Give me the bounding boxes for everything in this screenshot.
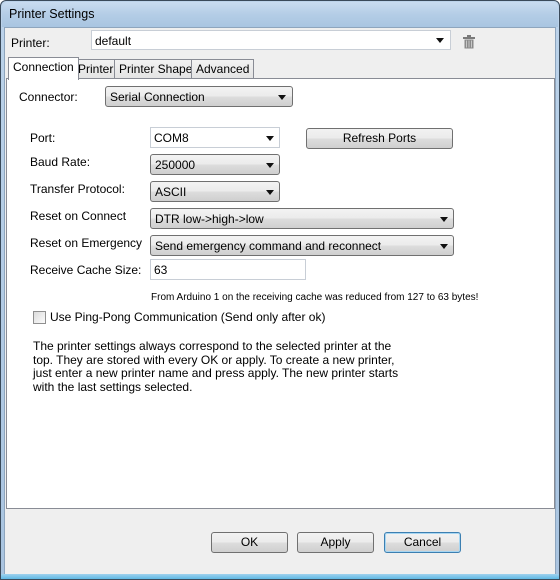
tab-advanced[interactable]: Advanced: [191, 59, 255, 79]
printer-settings-window: Printer Settings Printer: default Connec…: [0, 0, 560, 580]
tab-label: Advanced: [196, 62, 250, 76]
transfer-protocol-select[interactable]: ASCII: [150, 181, 280, 202]
chevron-down-icon: [436, 38, 444, 43]
ping-pong-checkbox[interactable]: [33, 311, 46, 324]
receive-cache-size-value: 63: [154, 263, 168, 277]
chevron-down-icon: [278, 95, 286, 100]
dialog-body: Printer: default Connection Printer Prin…: [4, 27, 556, 575]
tab-label: Printer Shape: [119, 62, 193, 76]
printer-select-value: default: [95, 34, 132, 48]
trash-icon[interactable]: [463, 35, 475, 49]
transfer-protocol-select-value: ASCII: [155, 185, 187, 199]
connector-select-value: Serial Connection: [110, 90, 205, 104]
port-label: Port:: [30, 131, 56, 145]
transfer-protocol-label: Transfer Protocol:: [30, 182, 125, 196]
ok-button[interactable]: OK: [211, 532, 288, 553]
reset-on-connect-select[interactable]: DTR low->high->low: [150, 208, 454, 229]
chevron-down-icon: [440, 244, 448, 249]
baud-rate-select[interactable]: 250000: [150, 154, 280, 175]
reset-on-emergency-label: Reset on Emergency: [30, 236, 143, 250]
reset-on-connect-select-value: DTR low->high->low: [155, 212, 264, 226]
tab-printer-shape[interactable]: Printer Shape: [114, 59, 198, 79]
tab-connection[interactable]: Connection: [8, 57, 79, 80]
tab-label: Printer: [78, 62, 114, 76]
chevron-down-icon: [440, 217, 448, 222]
chevron-down-icon: [266, 190, 274, 195]
baud-rate-label: Baud Rate:: [30, 155, 91, 169]
chevron-down-icon: [266, 136, 274, 141]
printer-select[interactable]: default: [91, 30, 451, 50]
connector-select[interactable]: Serial Connection: [105, 86, 293, 107]
printer-label: Printer:: [11, 36, 50, 50]
window-title: Printer Settings: [9, 7, 95, 21]
reset-on-emergency-select-value: Send emergency command and reconnect: [155, 239, 382, 253]
receive-cache-size-input[interactable]: 63: [150, 259, 306, 280]
tab-printer[interactable]: Printer: [73, 59, 119, 79]
port-select-value: COM8: [154, 131, 189, 145]
chevron-down-icon: [266, 163, 274, 168]
connection-panel: Connector: Serial Connection Port: COM8 …: [6, 78, 555, 509]
title-bar[interactable]: Printer Settings: [2, 2, 558, 27]
reset-on-emergency-select[interactable]: Send emergency command and reconnect: [150, 235, 454, 256]
window-bottom-border: [1, 574, 559, 579]
apply-button[interactable]: Apply: [297, 532, 374, 553]
cache-note: From Arduino 1 on the receiving cache wa…: [151, 292, 479, 303]
receive-cache-size-label: Receive Cache Size:: [30, 263, 142, 277]
port-select[interactable]: COM8: [150, 127, 280, 148]
refresh-ports-button[interactable]: Refresh Ports: [306, 128, 453, 149]
info-text: The printer settings always correspond t…: [33, 339, 399, 394]
cancel-button[interactable]: Cancel: [384, 532, 461, 553]
tab-label: Connection: [13, 60, 74, 74]
reset-on-connect-label: Reset on Connect: [30, 209, 127, 223]
baud-rate-select-value: 250000: [155, 158, 196, 172]
ping-pong-label[interactable]: Use Ping-Pong Communication (Send only a…: [50, 310, 325, 324]
connector-label: Connector:: [19, 90, 78, 104]
